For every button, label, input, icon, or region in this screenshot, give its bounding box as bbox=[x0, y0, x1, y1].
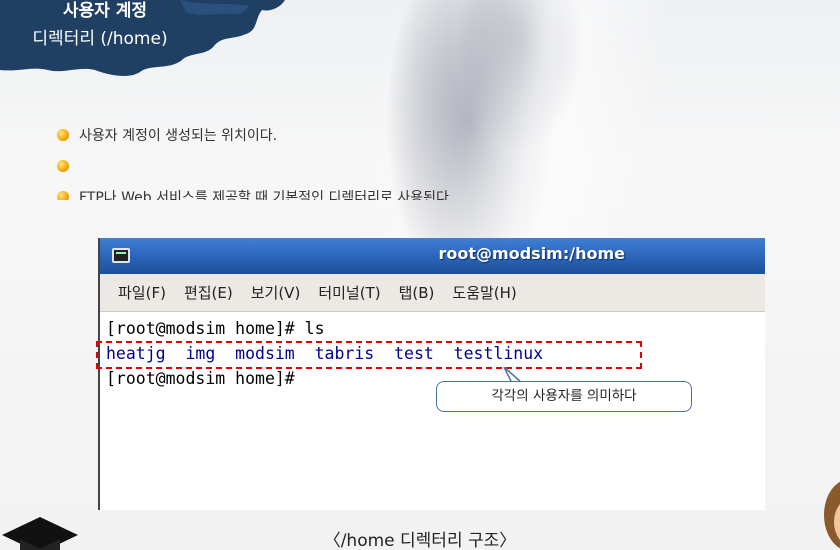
terminal-window: root@modsim:/home 파일(F) 편집(E) 보기(V) 터미널(… bbox=[98, 238, 765, 510]
menu-view[interactable]: 보기(V) bbox=[251, 282, 301, 303]
bullet-item: 사용자 계정이 생성되는 위치이다. bbox=[55, 124, 695, 155]
menu-terminal[interactable]: 터미널(T) bbox=[318, 282, 380, 303]
bullet-item bbox=[55, 155, 695, 186]
section-title-line2: 디렉터리 (/home) bbox=[32, 29, 168, 49]
menu-edit[interactable]: 편집(E) bbox=[184, 282, 233, 303]
bullet-dot-icon bbox=[57, 191, 69, 200]
bullet-dot-icon bbox=[57, 129, 69, 141]
section-title: 사용자 계정 디렉터리 (/home) bbox=[0, 0, 200, 53]
bullet-list: 사용자 계정이 생성되는 위치이다. FTP나 Web 서비스를 제공할 때 기… bbox=[55, 124, 695, 200]
bullet-text: FTP나 Web 서비스를 제공할 때 기본적인 디렉터리로 사용된다 bbox=[79, 190, 449, 200]
terminal-menubar: 파일(F) 편집(E) 보기(V) 터미널(T) 탭(B) 도움말(H) bbox=[100, 274, 765, 312]
bullet-text: 사용자 계정이 생성되는 위치이다. bbox=[79, 128, 278, 144]
terminal-icon[interactable] bbox=[112, 248, 130, 263]
terminal-titlebar[interactable]: root@modsim:/home bbox=[100, 238, 765, 274]
highlight-box bbox=[96, 341, 642, 369]
terminal-line: [root@modsim home]# ls bbox=[106, 319, 325, 338]
menu-help[interactable]: 도움말(H) bbox=[452, 282, 516, 303]
section-title-line1: 사용자 계정 bbox=[62, 1, 148, 21]
menu-tabs[interactable]: 탭(B) bbox=[399, 282, 435, 303]
terminal-title: root@modsim:/home bbox=[438, 244, 625, 263]
character-face-icon bbox=[824, 481, 840, 549]
figure-caption: 〈/home 디렉터리 구조〉 bbox=[323, 531, 517, 550]
bullet-dot-icon bbox=[57, 160, 69, 172]
bullet-item: FTP나 Web 서비스를 제공할 때 기본적인 디렉터리로 사용된다 bbox=[55, 186, 695, 200]
callout-note: 각각의 사용자를 의미하다 bbox=[436, 381, 692, 412]
menu-file[interactable]: 파일(F) bbox=[118, 282, 166, 303]
